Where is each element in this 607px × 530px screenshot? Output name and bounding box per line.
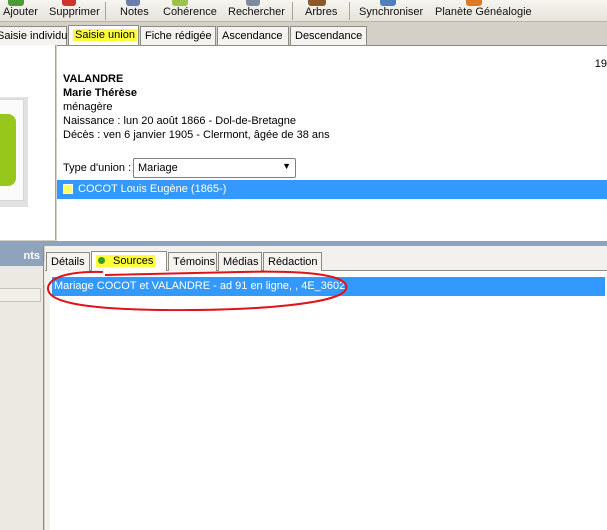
toolbar-rechercher-button[interactable]: Rechercher (228, 6, 285, 18)
spouse-marker-icon (63, 184, 73, 194)
toolbar-planete-genealogie-button[interactable]: Planète Généalogie (435, 6, 532, 18)
person-info: VALANDRE Marie Thérèse ménagère Naissanc… (63, 72, 330, 142)
toolbar-separator (292, 2, 293, 20)
lower-left-title: nts (0, 246, 43, 266)
lower-left-list-item[interactable] (0, 288, 41, 302)
chevron-down-icon: ▼ (282, 161, 291, 171)
tab-descendance[interactable]: Descendance (290, 26, 367, 45)
toolbar-separator (349, 2, 350, 20)
page-number: 19 (594, 58, 607, 70)
main-toolbar: Ajouter Supprimer Notes Cohérence Recher… (0, 0, 607, 22)
photo-panel (0, 45, 56, 285)
tab-ascendance[interactable]: Ascendance (217, 26, 289, 45)
tab-label: Témoins (173, 256, 216, 268)
union-type-label: Type d'union : (63, 162, 132, 174)
tab-label: Rédaction (268, 256, 318, 268)
status-dot-icon (98, 257, 105, 264)
tab-label: Saisie individu (0, 30, 68, 42)
union-type-select[interactable]: Mariage ▼ (133, 158, 296, 178)
tab-label: Sources (113, 255, 154, 267)
spouse-list-item[interactable]: COCOT Louis Eugène (1865-) (57, 180, 607, 199)
person-photo[interactable] (0, 99, 24, 201)
tab-label: Descendance (295, 30, 363, 42)
tab-fiche-redigee[interactable]: Fiche rédigée (140, 26, 216, 45)
main-tab-strip: Saisie individu Saisie union Fiche rédig… (0, 25, 607, 45)
lower-tab-strip: Détails Sources Témoins Médias Rédaction (45, 251, 607, 272)
tab-label: Fiche rédigée (145, 30, 212, 42)
person-firstname: Marie Thérèse (63, 87, 137, 99)
toolbar-supprimer-button[interactable]: Supprimer (49, 6, 100, 18)
tab-label: Détails (51, 256, 85, 268)
toolbar-coherence-button[interactable]: Cohérence (163, 6, 217, 18)
toolbar-ajouter-button[interactable]: Ajouter (3, 6, 38, 18)
tab-label: Médias (223, 256, 259, 268)
spouse-name: COCOT Louis Eugène (1865-) (78, 183, 227, 195)
annotation-ellipse (47, 270, 348, 311)
tab-label: Saisie union (73, 29, 137, 41)
toolbar-separator (105, 2, 106, 20)
union-details-panel: 19 VALANDRE Marie Thérèse ménagère Naiss… (57, 45, 607, 241)
tab-saisie-individu[interactable]: Saisie individu (0, 26, 67, 45)
person-surname: VALANDRE (63, 73, 124, 85)
toolbar-arbres-button[interactable]: Arbres (305, 6, 337, 18)
photo-placeholder-image (0, 114, 16, 186)
lower-left-panel: nts (0, 246, 44, 530)
tab-label: Ascendance (222, 30, 283, 42)
lower-left-title-text: nts (23, 250, 41, 262)
tab-saisie-union[interactable]: Saisie union (68, 25, 139, 45)
toolbar-synchroniser-button[interactable]: Synchroniser (359, 6, 423, 18)
person-death: Décès : ven 6 janvier 1905 - Clermont, â… (63, 129, 330, 141)
person-birth: Naissance : lun 20 août 1866 - Dol-de-Br… (63, 115, 296, 127)
person-occupation: ménagère (63, 101, 113, 113)
toolbar-notes-button[interactable]: Notes (120, 6, 149, 18)
tab-label-highlight: Sources (96, 255, 156, 267)
union-type-value: Mariage (138, 162, 178, 174)
